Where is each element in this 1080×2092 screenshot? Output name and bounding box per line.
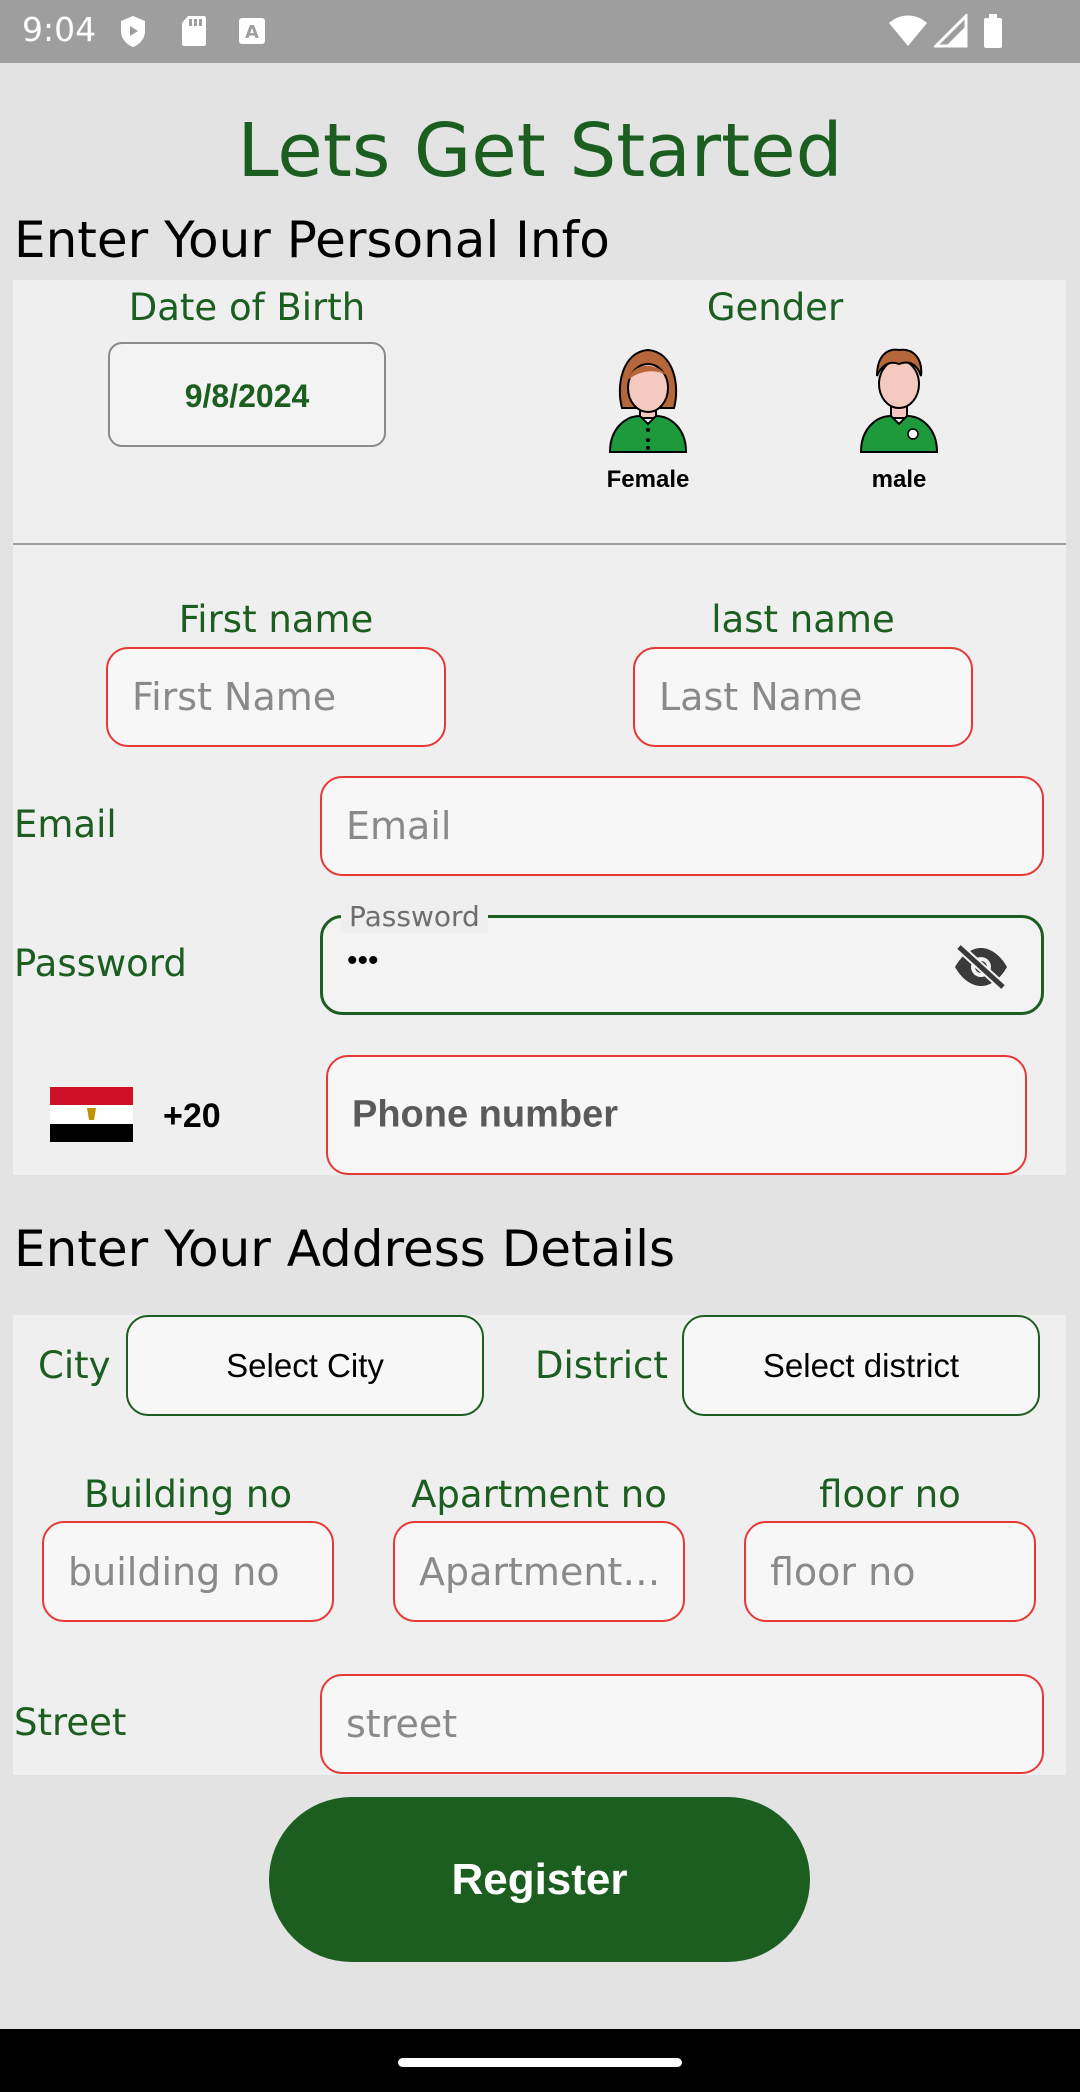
select-city-button[interactable]: Select City	[126, 1315, 484, 1416]
city-label: City	[38, 1344, 111, 1387]
select-district-button[interactable]: Select district	[682, 1315, 1040, 1416]
building-label: Building no	[84, 1473, 292, 1516]
email-placeholder: Email	[346, 804, 452, 848]
gender-male-option[interactable]: male	[839, 342, 959, 502]
phone-placeholder: Phone number	[352, 1093, 619, 1136]
dob-picker[interactable]: 9/8/2024	[108, 342, 386, 447]
register-button[interactable]: Register	[269, 1797, 810, 1962]
building-placeholder: building no	[68, 1549, 280, 1594]
wifi-icon	[889, 15, 927, 46]
district-label: District	[535, 1344, 668, 1387]
first-name-input[interactable]: First Name	[106, 647, 446, 747]
email-input[interactable]: Email	[320, 776, 1044, 876]
font-icon: A	[239, 18, 265, 44]
last-name-placeholder: Last Name	[659, 675, 863, 719]
signal-icon	[934, 14, 968, 48]
personal-info-heading: Enter Your Personal Info	[14, 211, 610, 269]
page-title: Lets Get Started	[237, 108, 843, 194]
email-label: Email	[14, 803, 117, 846]
apartment-label: Apartment no	[411, 1473, 667, 1516]
gender-female-option[interactable]: Female	[588, 342, 708, 502]
street-input[interactable]: street	[320, 1674, 1044, 1774]
status-bar: 9:04 A	[0, 0, 1080, 63]
apartment-input[interactable]: Apartment no	[393, 1521, 685, 1622]
password-label: Password	[14, 942, 187, 985]
apartment-placeholder: Apartment no	[419, 1549, 665, 1594]
sd-card-icon	[182, 16, 206, 46]
male-label: male	[871, 466, 927, 493]
shield-icon	[121, 16, 145, 47]
address-heading: Enter Your Address Details	[14, 1220, 676, 1278]
status-time: 9:04	[22, 10, 97, 49]
country-picker[interactable]	[50, 1087, 133, 1142]
floor-label: floor no	[819, 1473, 961, 1516]
svg-text:A: A	[245, 22, 259, 43]
male-avatar-icon	[859, 348, 939, 453]
first-name-label: First name	[178, 598, 374, 641]
password-input[interactable]: Password •••	[320, 900, 1044, 1015]
divider	[13, 543, 1066, 545]
home-gesture-handle[interactable]	[398, 2058, 682, 2067]
floor-input[interactable]: floor no	[744, 1521, 1036, 1622]
visibility-off-icon[interactable]	[951, 945, 1011, 989]
last-name-label: last name	[711, 598, 895, 641]
female-avatar-icon	[608, 348, 688, 453]
country-code[interactable]: +20	[163, 1097, 221, 1136]
battery-icon	[984, 14, 1002, 48]
last-name-input[interactable]: Last Name	[633, 647, 973, 747]
password-value: •••	[347, 944, 379, 977]
phone-input[interactable]: Phone number	[326, 1055, 1027, 1175]
building-input[interactable]: building no	[42, 1521, 334, 1622]
password-floating-label: Password	[341, 900, 488, 933]
female-label: Female	[606, 466, 690, 493]
street-label: Street	[14, 1701, 127, 1744]
dob-value: 9/8/2024	[184, 378, 310, 414]
egypt-flag-icon	[50, 1087, 133, 1142]
first-name-placeholder: First Name	[132, 675, 337, 719]
gender-label: Gender	[706, 286, 844, 329]
floor-placeholder: floor no	[770, 1549, 916, 1594]
dob-label: Date of Birth	[128, 286, 366, 329]
street-placeholder: street	[346, 1702, 458, 1746]
